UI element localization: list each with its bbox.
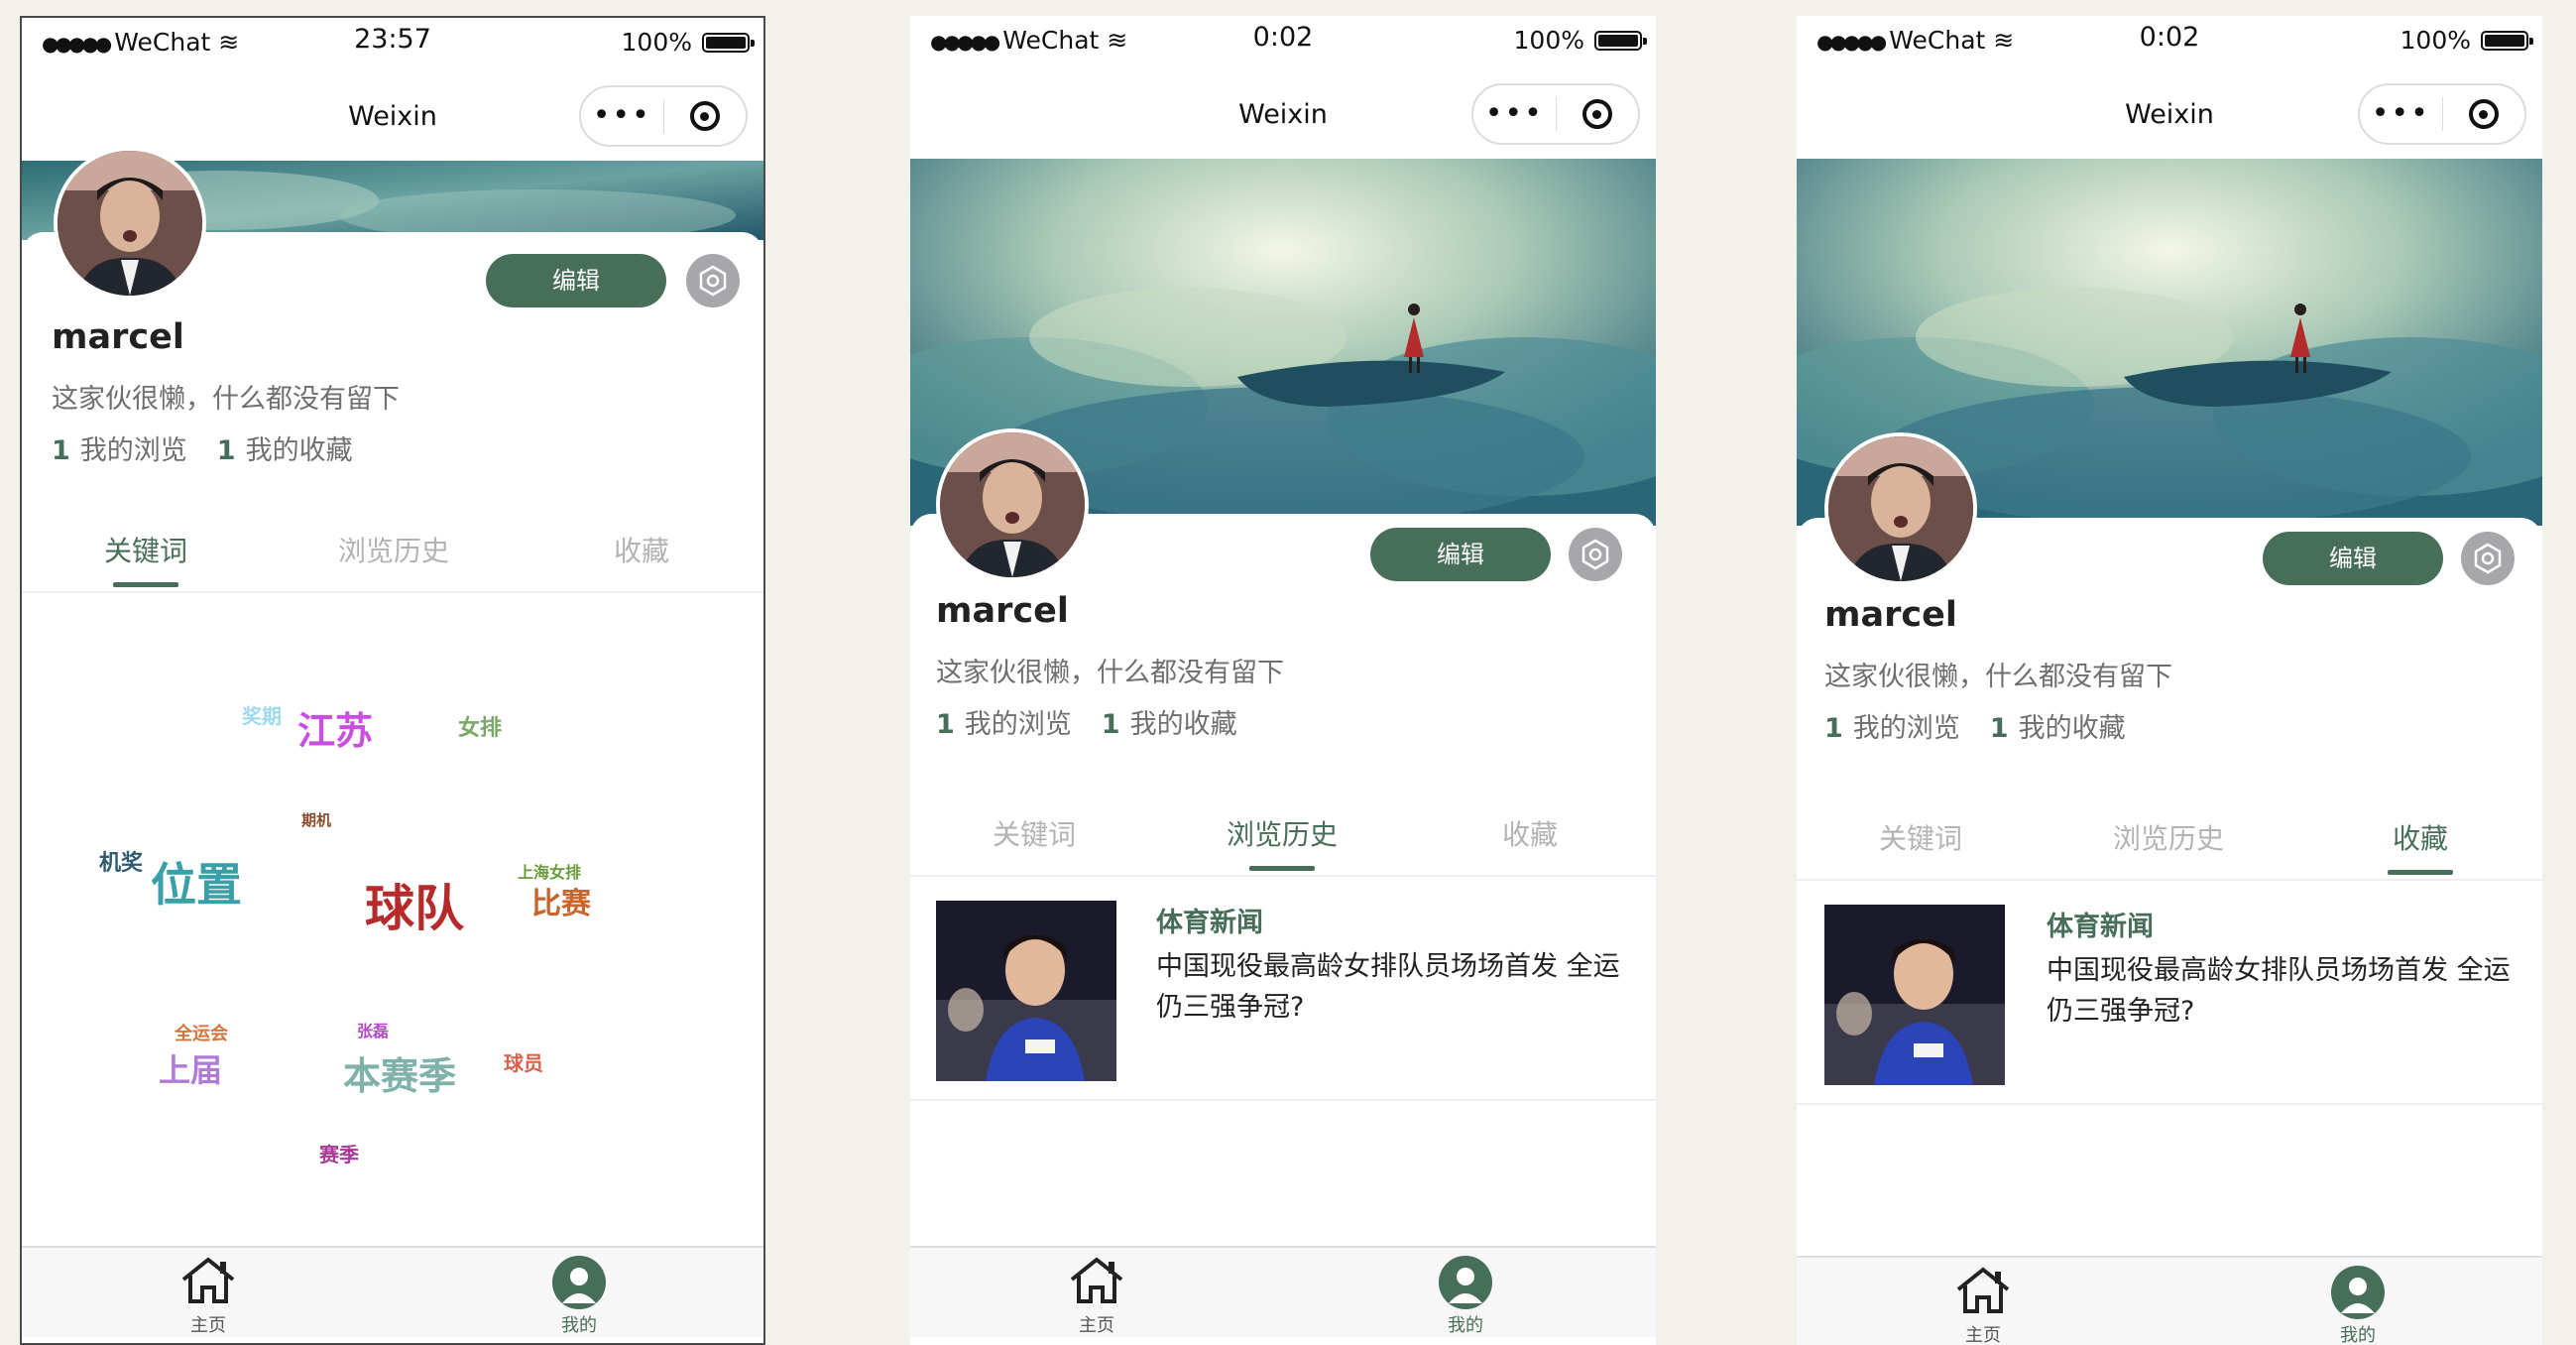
tab-keywords[interactable]: 关键词	[1797, 809, 2045, 869]
home-icon	[1070, 1257, 1123, 1303]
user-stats: 1 我的浏览 1 我的收藏	[52, 428, 353, 467]
settings-button[interactable]	[686, 254, 740, 307]
news-title: 中国现役最高龄女排队员场场首发 全运仍三强争冠?	[2047, 955, 2511, 1027]
tab-browse-history[interactable]: 浏览历史	[2045, 809, 2292, 869]
news-source: 体育新闻	[1156, 908, 1263, 938]
browse-stat[interactable]: 1 我的浏览	[52, 428, 187, 467]
battery-icon	[2481, 30, 2533, 51]
settings-icon	[2474, 543, 2502, 574]
tabbar-home[interactable]: 主页	[1037, 1256, 1156, 1337]
avatar[interactable]	[1824, 432, 1977, 585]
tabbar-home[interactable]: 主页	[149, 1256, 268, 1337]
news-thumbnail	[1824, 905, 2005, 1085]
username: marcel	[1824, 595, 1957, 635]
settings-icon	[699, 265, 727, 297]
settings-button[interactable]	[2461, 532, 2515, 585]
battery-icon	[702, 32, 755, 53]
word-cloud-item: 女排	[458, 716, 503, 741]
person-icon	[1439, 1256, 1492, 1309]
tab-browse-history[interactable]: 浏览历史	[270, 522, 518, 581]
phone-screen-keywords: ●●●●● WeChat ≋ 23:57 100% Weixin ••• 编辑 …	[20, 16, 765, 1345]
bottom-tab-bar: 主页 我的	[910, 1246, 1656, 1337]
person-icon	[552, 1256, 606, 1309]
word-cloud-item: 张磊	[357, 1022, 390, 1040]
more-icon[interactable]: •••	[1473, 99, 1556, 129]
word-cloud-item: 奖期	[242, 704, 282, 728]
user-bio: 这家伙很懒，什么都没有留下	[52, 384, 400, 415]
tabbar-me[interactable]: 我的	[1406, 1256, 1525, 1337]
word-cloud-item: 赛季	[319, 1143, 359, 1166]
avatar[interactable]	[54, 147, 206, 300]
word-cloud-item: 机奖	[99, 851, 144, 876]
close-mini-program-icon[interactable]	[2443, 99, 2525, 129]
favorite-stat[interactable]: 1 我的收藏	[1102, 702, 1237, 741]
word-cloud-item: 本赛季	[343, 1054, 457, 1098]
news-list-item[interactable]: 体育新闻 中国现役最高龄女排队员场场首发 全运仍三强争冠?	[1797, 885, 2542, 1105]
word-cloud-item: 全运会	[175, 1024, 228, 1044]
phone-screen-favorites: ●●●●● WeChat ≋ 0:02 100% Weixin ••• 编辑 m…	[1797, 16, 2542, 1345]
word-cloud-item: 期机	[301, 811, 332, 829]
bottom-tab-bar: 主页 我的	[1797, 1256, 2542, 1345]
status-bar: ●●●●● WeChat ≋ 0:02 100%	[910, 16, 1656, 75]
news-thumbnail	[936, 901, 1116, 1081]
phone-screen-history: ●●●●● WeChat ≋ 0:02 100% Weixin ••• 编辑 m…	[910, 16, 1656, 1345]
word-cloud-item: 比赛	[531, 887, 591, 921]
mini-program-capsule: •••	[579, 85, 748, 147]
tabbar-me[interactable]: 我的	[2298, 1266, 2417, 1345]
close-mini-program-icon[interactable]	[1557, 99, 1639, 129]
profile-tabs: 关键词 浏览历史 收藏	[1797, 809, 2542, 881]
word-cloud-item: 江苏	[297, 709, 374, 753]
home-icon	[1956, 1267, 2010, 1313]
user-bio: 这家伙很懒，什么都没有留下	[936, 658, 1284, 688]
close-mini-program-icon[interactable]	[664, 101, 747, 131]
settings-icon	[1581, 539, 1609, 570]
avatar[interactable]	[936, 428, 1089, 581]
user-stats: 1 我的浏览 1 我的收藏	[936, 702, 1237, 741]
user-stats: 1 我的浏览 1 我的收藏	[1824, 706, 2126, 745]
edit-profile-button[interactable]: 编辑	[2263, 532, 2443, 585]
battery-percent: 100%	[2400, 26, 2471, 55]
nav-bar: Weixin •••	[910, 75, 1656, 159]
battery-percent: 100%	[621, 28, 692, 57]
word-cloud-item: 球员	[504, 1051, 543, 1075]
tab-browse-history[interactable]: 浏览历史	[1158, 805, 1406, 871]
status-bar: ●●●●● WeChat ≋ 23:57 100%	[22, 18, 763, 77]
favorite-stat[interactable]: 1 我的收藏	[217, 428, 353, 467]
browse-stat[interactable]: 1 我的浏览	[1824, 706, 1960, 745]
word-cloud-item: 上届	[159, 1051, 223, 1089]
tab-favorites[interactable]: 收藏	[2296, 809, 2542, 875]
settings-button[interactable]	[1569, 528, 1622, 581]
battery-percent: 100%	[1513, 26, 1584, 55]
edit-profile-button[interactable]: 编辑	[486, 254, 666, 307]
news-source: 体育新闻	[2047, 912, 2154, 942]
more-icon[interactable]: •••	[2360, 99, 2442, 129]
browse-stat[interactable]: 1 我的浏览	[936, 702, 1072, 741]
tabbar-me[interactable]: 我的	[520, 1256, 639, 1337]
tab-favorites[interactable]: 收藏	[1406, 805, 1654, 865]
bottom-tab-bar: 主页 我的	[22, 1246, 763, 1337]
more-icon[interactable]: •••	[581, 101, 663, 131]
user-bio: 这家伙很懒，什么都没有留下	[1824, 662, 2172, 692]
favorite-stat[interactable]: 1 我的收藏	[1990, 706, 2126, 745]
tab-keywords[interactable]: 关键词	[22, 522, 270, 587]
word-cloud-item: 位置	[151, 858, 242, 912]
tab-favorites[interactable]: 收藏	[518, 522, 763, 581]
mini-program-capsule: •••	[2358, 83, 2526, 145]
profile-tabs: 关键词 浏览历史 收藏	[910, 805, 1656, 877]
profile-tabs: 关键词 浏览历史 收藏	[22, 522, 763, 593]
news-title: 中国现役最高龄女排队员场场首发 全运仍三强争冠?	[1156, 951, 1620, 1023]
battery-icon	[1594, 30, 1647, 51]
person-icon	[2331, 1266, 2385, 1319]
username: marcel	[936, 591, 1069, 631]
news-list-item[interactable]: 体育新闻 中国现役最高龄女排队员场场首发 全运仍三强争冠?	[910, 881, 1656, 1101]
username: marcel	[52, 317, 184, 357]
home-icon	[181, 1257, 235, 1303]
status-bar: ●●●●● WeChat ≋ 0:02 100%	[1797, 16, 2542, 75]
edit-profile-button[interactable]: 编辑	[1370, 528, 1551, 581]
tab-keywords[interactable]: 关键词	[910, 805, 1158, 865]
tabbar-home[interactable]: 主页	[1924, 1266, 2043, 1345]
mini-program-capsule: •••	[1471, 83, 1640, 145]
word-cloud-item: 球队	[365, 880, 464, 937]
nav-bar: Weixin •••	[1797, 75, 2542, 159]
